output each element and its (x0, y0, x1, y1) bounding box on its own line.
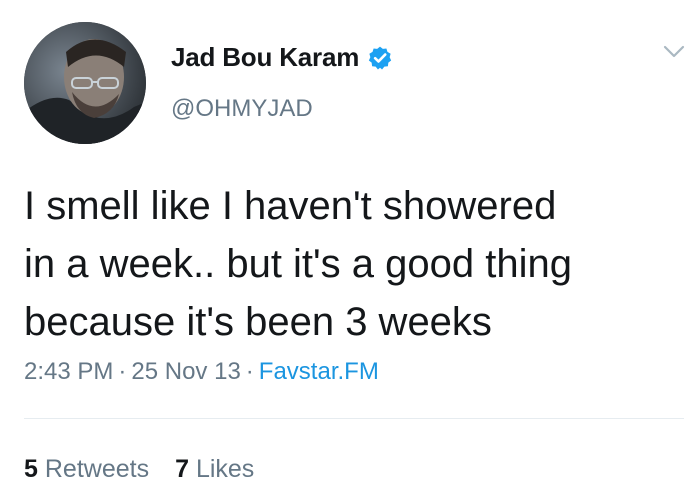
tweet-text-line: because it's been 3 weeks (24, 300, 492, 344)
tweet-text-line: I smell like I haven't showered (24, 184, 557, 228)
retweets-count: 5 (24, 455, 38, 483)
author-row: Jad Bou Karam (171, 42, 393, 73)
likes-count: 7 (175, 455, 189, 483)
tweet-text-line: in a week.. but it's a good thing (24, 242, 572, 286)
tweet-time[interactable]: 2:43 PM (24, 358, 113, 385)
retweets-stat[interactable]: 5 Retweets (24, 455, 149, 483)
likes-stat[interactable]: 7 Likes (175, 455, 254, 483)
user-handle[interactable]: @OHMYJAD (171, 95, 313, 123)
tweet-source-link[interactable]: Favstar.FM (259, 358, 379, 385)
tweet-meta: 2:43 PM · 25 Nov 13 · Favstar.FM (24, 358, 379, 386)
profile-photo-icon (24, 22, 146, 144)
likes-label: Likes (195, 455, 255, 483)
tweet-text: I smell like I haven't showered in a wee… (24, 177, 684, 351)
meta-separator: · (118, 358, 127, 385)
chevron-down-icon[interactable] (662, 44, 686, 60)
divider (24, 418, 684, 419)
retweets-label: Retweets (44, 455, 150, 483)
tweet-date[interactable]: 25 Nov 13 (131, 358, 240, 385)
meta-separator: · (245, 358, 254, 385)
avatar[interactable] (24, 22, 146, 144)
tweet-stats: 5 Retweets 7 Likes (24, 455, 280, 484)
verified-badge-icon (367, 45, 393, 71)
display-name[interactable]: Jad Bou Karam (171, 42, 359, 73)
